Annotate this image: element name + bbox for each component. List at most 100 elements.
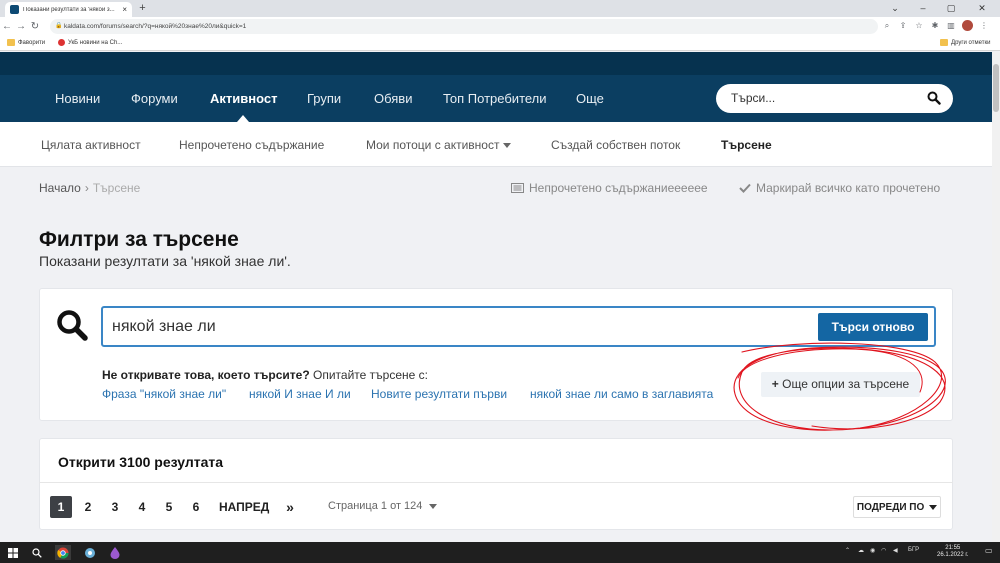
page-3-button[interactable]: 3 <box>107 496 123 518</box>
browser-tab[interactable]: Показани резултати за 'някой з... × <box>5 2 132 17</box>
page-5-button[interactable]: 5 <box>161 496 177 518</box>
reload-icon[interactable]: ↻ <box>28 21 42 32</box>
nav-groups[interactable]: Групи <box>307 91 341 106</box>
page-subtitle: Показани резултати за 'някой знае ли'. <box>39 253 291 269</box>
newspaper-icon <box>511 183 524 193</box>
last-page-button[interactable]: » <box>282 496 298 518</box>
page-title: Филтри за търсене <box>39 228 239 251</box>
nav-news[interactable]: Новини <box>55 91 100 106</box>
language-indicator[interactable]: БГР <box>908 547 919 553</box>
close-window-icon[interactable]: ✕ <box>965 0 999 17</box>
chrome-taskbar-icon[interactable] <box>55 545 71 560</box>
app-taskbar-icon[interactable] <box>82 545 98 560</box>
tray-chevron-icon[interactable]: ⌃ <box>845 547 850 554</box>
nav-more[interactable]: Още <box>576 91 604 106</box>
more-search-options-label: Още опции за търсене <box>782 377 910 391</box>
lock-icon: 🔒 <box>55 23 63 29</box>
sort-by-button[interactable]: ПОДРЕДИ ПО <box>853 496 941 518</box>
wifi-icon[interactable]: ◠ <box>881 547 886 554</box>
next-page-button[interactable]: НАПРЕД <box>219 496 269 518</box>
suggestion-titles-only[interactable]: някой знае ли само в заглавията <box>530 387 713 401</box>
divider <box>39 482 953 483</box>
other-bookmarks[interactable]: Други отметки <box>940 39 990 46</box>
volume-icon[interactable]: ◀ <box>893 547 898 554</box>
chevron-right-icon: › <box>84 181 89 195</box>
nav-activity[interactable]: Активност <box>210 91 277 106</box>
droplet-app-icon[interactable] <box>107 545 123 560</box>
taskbar-search-icon[interactable] <box>29 545 45 560</box>
page-2-button[interactable]: 2 <box>80 496 96 518</box>
forward-icon[interactable]: → <box>14 21 28 32</box>
suggestion-phrase[interactable]: Фраза "някой знае ли" <box>102 387 226 401</box>
windows-start-icon[interactable] <box>5 545 21 560</box>
search-again-button[interactable]: Търси отново <box>818 313 928 341</box>
not-found-hint: Не откривате това, което търсите? Опитай… <box>102 368 428 382</box>
page-scrollbar[interactable] <box>992 52 1000 542</box>
not-found-suggestion: Опитайте търсене с: <box>313 368 428 382</box>
results-count: Открити 3100 резултата <box>58 454 224 470</box>
subnav-my-streams[interactable]: Мои потоци с активност <box>366 138 512 152</box>
zoom-icon[interactable]: ⌕ <box>882 20 892 32</box>
extensions-icon[interactable]: ✱ <box>930 20 940 32</box>
other-bookmarks-label: Други отметки <box>951 39 991 46</box>
suggestion-and[interactable]: някой И знае И ли <box>249 387 351 401</box>
site-top-bar <box>0 52 992 75</box>
folder-icon <box>940 39 948 46</box>
window-controls: ⌄ – ▢ ✕ <box>881 0 999 17</box>
nav-top-users[interactable]: Топ Потребители <box>443 91 547 106</box>
clock-time: 21:55 <box>945 545 961 551</box>
bookmark-favicon-icon <box>58 39 65 46</box>
sidepanel-icon[interactable]: ▥ <box>946 20 956 32</box>
bookmark-folder[interactable]: Фаворити <box>7 39 45 46</box>
new-tab-icon[interactable]: + <box>136 2 149 15</box>
page-info-label: Страница 1 от 124 <box>328 500 423 512</box>
bookmark-star-icon[interactable]: ☆ <box>914 20 924 32</box>
tab-search-icon[interactable]: ⌄ <box>881 0 909 17</box>
profile-avatar[interactable] <box>962 20 973 31</box>
clock-date: 26.1.2022 г. <box>937 552 969 558</box>
site-search-placeholder: Търси... <box>731 91 776 105</box>
mark-all-read-link[interactable]: Маркирай всичко като прочетено <box>739 181 940 195</box>
bookmark-label: УкБ новини на Ch... <box>68 39 123 46</box>
menu-icon[interactable]: ⋮ <box>979 20 989 32</box>
breadcrumb-home[interactable]: Начало <box>39 181 81 195</box>
tab-title: Показани резултати за 'някой з... <box>23 6 115 13</box>
page-6-button[interactable]: 6 <box>188 496 204 518</box>
back-icon[interactable]: ← <box>0 21 14 32</box>
check-icon <box>739 183 751 193</box>
notifications-icon[interactable]: ▭ <box>985 546 993 555</box>
bookmark-link[interactable]: УкБ новини на Ch... <box>58 39 122 46</box>
scrollbar-thumb[interactable] <box>993 64 999 112</box>
page-jump-dropdown[interactable]: Страница 1 от 124 <box>328 500 438 512</box>
subnav-all-activity[interactable]: Цялата активност <box>41 138 141 152</box>
subnav-search[interactable]: Търсене <box>721 138 772 152</box>
subnav-create-stream[interactable]: Създай собствен поток <box>551 138 680 152</box>
site-search-input[interactable]: Търси... <box>716 84 953 113</box>
sort-by-label: ПОДРЕДИ ПО <box>856 502 925 513</box>
nav-ads[interactable]: Обяви <box>374 91 412 106</box>
mark-all-read-label: Маркирай всичко като прочетено <box>756 181 941 195</box>
maximize-icon[interactable]: ▢ <box>937 0 965 17</box>
search-query-input[interactable]: някой знае ли <box>101 306 936 347</box>
nav-forums[interactable]: Форуми <box>131 91 178 106</box>
browser-tabstrip: Показани резултати за 'някой з... × + ⌄ … <box>0 0 1000 17</box>
share-icon[interactable]: ⇪ <box>898 20 908 32</box>
viber-icon[interactable]: ◉ <box>870 547 875 554</box>
unread-content-link[interactable]: Непрочетено съдържаниееееее <box>511 181 708 195</box>
taskbar-clock[interactable]: 21:55 26.1.2022 г. <box>937 545 968 559</box>
browser-toolbar: ← → ↻ 🔒 kaldata.com/forums/search/?q=няк… <box>0 17 1000 36</box>
page-4-button[interactable]: 4 <box>134 496 150 518</box>
more-search-options-button[interactable]: + Още опции за търсене <box>761 372 920 397</box>
search-icon[interactable] <box>927 91 941 105</box>
bookmark-label: Фаворити <box>18 39 46 46</box>
close-tab-icon[interactable]: × <box>122 5 127 14</box>
breadcrumb-current: Търсене <box>92 181 141 195</box>
caret-down-icon <box>503 143 512 149</box>
subnav-unread[interactable]: Непрочетено съдържание <box>179 138 324 152</box>
minimize-icon[interactable]: – <box>909 0 937 17</box>
windows-taskbar: ⌃ ☁ ◉ ◠ ◀ БГР 21:55 26.1.2022 г. ▭ <box>0 542 1000 563</box>
suggestion-newest-first[interactable]: Новите резултати първи <box>371 387 507 401</box>
address-bar[interactable]: 🔒 kaldata.com/forums/search/?q=някой%20з… <box>50 19 878 34</box>
onedrive-icon[interactable]: ☁ <box>858 547 864 554</box>
page-1-button[interactable]: 1 <box>50 496 72 518</box>
